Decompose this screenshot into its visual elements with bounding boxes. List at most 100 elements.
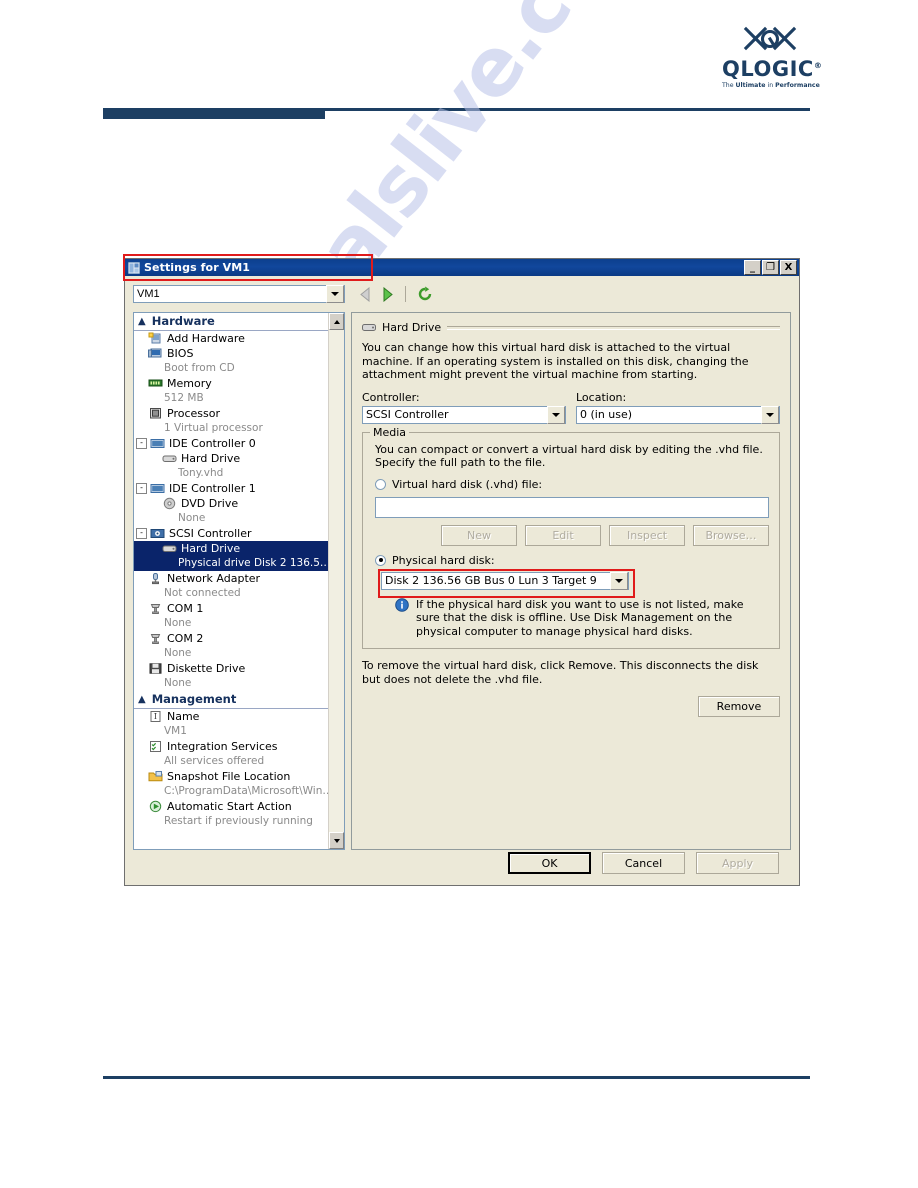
tree-item-sublabel: None bbox=[164, 677, 192, 689]
dialog-toolbar: VM1 bbox=[125, 276, 799, 308]
tree-item-label: SCSI Controller bbox=[169, 527, 252, 540]
vhd-radio-row[interactable]: Virtual hard disk (.vhd) file: bbox=[375, 478, 769, 491]
tree-item-dvd-drive[interactable]: DVD Drive bbox=[134, 496, 328, 511]
tree-item-sublabel: Not connected bbox=[164, 587, 241, 599]
tree-item-automatic-start-action[interactable]: Automatic Start Action bbox=[134, 799, 328, 814]
dialog-titlebar[interactable]: Settings for VM1 _ ❐ X bbox=[125, 259, 799, 276]
ide-controller-icon bbox=[150, 437, 165, 450]
controller-combobox[interactable]: SCSI Controller bbox=[362, 405, 566, 424]
tree-item-label: Integration Services bbox=[167, 740, 278, 753]
tree-group-hardware[interactable]: ▲ Hardware bbox=[134, 313, 328, 331]
apply-button[interactable]: Apply bbox=[696, 852, 779, 874]
scroll-up-button[interactable] bbox=[329, 313, 344, 330]
physical-radio-row[interactable]: Physical hard disk: bbox=[375, 554, 769, 567]
tree-item-add-hardware[interactable]: Add Hardware bbox=[134, 331, 328, 346]
window-buttons: _ ❐ X bbox=[744, 260, 797, 275]
physical-disk-combobox[interactable]: Disk 2 136.56 GB Bus 0 Lun 3 Target 9 bbox=[381, 571, 629, 590]
tree-item-label: Network Adapter bbox=[167, 572, 261, 585]
tree-item-ide-controller-1[interactable]: - IDE Controller 1 bbox=[134, 481, 328, 496]
logo-registered-mark: ® bbox=[813, 61, 823, 70]
vhd-radio-label: Virtual hard disk (.vhd) file: bbox=[392, 477, 543, 491]
expander-toggle[interactable]: - bbox=[136, 483, 147, 494]
remove-button[interactable]: Remove bbox=[698, 696, 780, 717]
tree-item-hard-drive[interactable]: Hard Drive bbox=[134, 451, 328, 466]
dvd-drive-icon bbox=[162, 497, 177, 510]
tree-item-sublabel: 512 MB bbox=[164, 392, 204, 404]
browse-button[interactable]: Browse… bbox=[693, 524, 769, 546]
location-combobox[interactable]: 0 (in use) bbox=[576, 405, 780, 424]
physical-radio-button[interactable] bbox=[375, 554, 386, 566]
tree-group-management[interactable]: ▲ Management bbox=[134, 691, 328, 709]
collapse-chevron-icon[interactable]: ▲ bbox=[138, 694, 146, 705]
vhd-radio-button[interactable] bbox=[375, 478, 386, 490]
tree-item-name[interactable]: I Name bbox=[134, 709, 328, 724]
tree-item-label: Memory bbox=[167, 377, 212, 390]
expander-toggle[interactable]: - bbox=[136, 438, 147, 449]
processor-icon bbox=[148, 407, 163, 420]
forward-arrow-icon[interactable] bbox=[381, 286, 394, 302]
tree-group-label: Hardware bbox=[151, 314, 215, 328]
tree-scrollbar[interactable] bbox=[328, 313, 344, 849]
tree-item-sublabel: None bbox=[164, 617, 192, 629]
media-groupbox-title: Media bbox=[370, 425, 410, 439]
name-icon: I bbox=[148, 710, 163, 723]
location-value: 0 (in use) bbox=[580, 408, 633, 421]
section-rule bbox=[447, 325, 780, 330]
vm-selector-value: VM1 bbox=[137, 288, 160, 300]
tree-item-ide-controller-0[interactable]: - IDE Controller 0 bbox=[134, 436, 328, 451]
scsi-controller-icon bbox=[150, 527, 165, 540]
physical-disk-info-text: If the physical hard disk you want to us… bbox=[416, 597, 744, 638]
tree-item-label: Hard Drive bbox=[181, 542, 241, 555]
toolbar-separator bbox=[405, 286, 406, 302]
logo-wordmark: QLOGIC bbox=[722, 57, 814, 81]
new-button[interactable]: New bbox=[441, 524, 517, 546]
controller-label: Controller: bbox=[362, 390, 420, 404]
tree-item-com-1[interactable]: COM 1 bbox=[134, 601, 328, 616]
tree-item-com-2[interactable]: COM 2 bbox=[134, 631, 328, 646]
tree-item-network-adapter[interactable]: Network Adapter bbox=[134, 571, 328, 586]
tree-item-snapshot-file-location[interactable]: Snapshot File Location bbox=[134, 769, 328, 784]
tree-item-integration-services[interactable]: Integration Services bbox=[134, 739, 328, 754]
svg-text:I: I bbox=[154, 712, 157, 721]
add-hardware-icon bbox=[148, 332, 163, 345]
maximize-button[interactable]: ❐ bbox=[762, 260, 779, 275]
tree-item-diskette-drive[interactable]: Diskette Drive bbox=[134, 661, 328, 676]
vhd-path-input[interactable] bbox=[375, 496, 769, 518]
chevron-down-icon[interactable] bbox=[547, 405, 565, 424]
tree-item-sublabel: Boot from CD bbox=[164, 362, 235, 374]
vm-selector-combobox[interactable]: VM1 bbox=[133, 285, 345, 303]
tree-item-hard-drive[interactable]: Hard Drive bbox=[134, 541, 328, 556]
inspect-button[interactable]: Inspect bbox=[609, 524, 685, 546]
tree-item-bios[interactable]: BIOS bbox=[134, 346, 328, 361]
qlogic-logo: QLOGIC® The Ultimate in Performance bbox=[722, 26, 822, 89]
chevron-down-icon[interactable] bbox=[610, 571, 628, 590]
tree-item-label: Diskette Drive bbox=[167, 662, 246, 675]
hard-drive-icon bbox=[362, 324, 376, 331]
detail-section-header: Hard Drive bbox=[362, 321, 780, 334]
collapse-chevron-icon[interactable]: ▲ bbox=[138, 316, 146, 327]
back-arrow-icon[interactable] bbox=[359, 286, 372, 302]
tree-item-scsi-controller[interactable]: - SCSI Controller bbox=[134, 526, 328, 541]
minimize-button[interactable]: _ bbox=[744, 260, 761, 275]
location-label: Location: bbox=[576, 390, 627, 404]
chevron-down-icon[interactable] bbox=[326, 285, 344, 303]
expander-toggle[interactable]: - bbox=[136, 528, 147, 539]
settings-tree[interactable]: ▲ Hardware Add Hardware BIOS Boot from CD Mem… bbox=[133, 312, 345, 850]
tree-item-sublabel: Restart if previously running bbox=[164, 815, 313, 827]
remove-note: To remove the virtual hard disk, click R… bbox=[362, 659, 759, 686]
scrollbar-track[interactable] bbox=[329, 330, 344, 832]
tree-item-memory[interactable]: Memory bbox=[134, 376, 328, 391]
diskette-drive-icon bbox=[148, 662, 163, 675]
page-footer-rule bbox=[103, 1076, 810, 1079]
physical-disk-value: Disk 2 136.56 GB Bus 0 Lun 3 Target 9 bbox=[385, 574, 597, 587]
close-button[interactable]: X bbox=[780, 260, 797, 275]
tree-item-label: Automatic Start Action bbox=[167, 800, 292, 813]
refresh-icon[interactable] bbox=[417, 286, 433, 302]
ide-controller-icon bbox=[150, 482, 165, 495]
ok-button[interactable]: OK bbox=[508, 852, 591, 874]
chevron-down-icon[interactable] bbox=[761, 405, 779, 424]
edit-button[interactable]: Edit bbox=[525, 524, 601, 546]
tree-item-processor[interactable]: Processor bbox=[134, 406, 328, 421]
cancel-button[interactable]: Cancel bbox=[602, 852, 685, 874]
memory-icon bbox=[148, 377, 163, 390]
